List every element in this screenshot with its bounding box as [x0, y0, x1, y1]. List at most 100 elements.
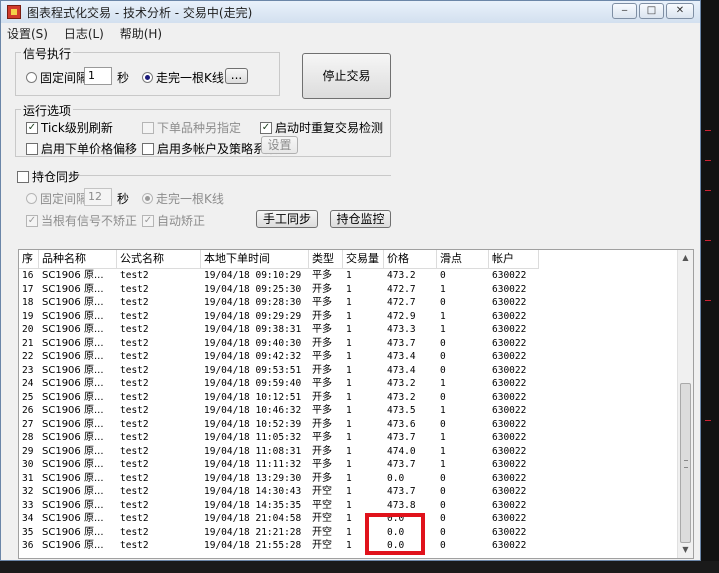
cell-volume: 1 [346, 391, 352, 403]
restart-duplicate-check-checkbox[interactable]: ✓ [260, 121, 272, 134]
cell-slippage: 0 [440, 418, 446, 430]
position-monitor-button[interactable]: 持仓监控 [330, 210, 391, 228]
signal-interval-input[interactable]: 1 [84, 67, 112, 85]
auto-correction-option[interactable]: ✓ 自动矫正 [142, 212, 205, 229]
cell-index: 33 [22, 499, 34, 511]
table-row[interactable]: 33 SC1906 原... test2 19/04/18 14:35:35 平空 1 47… [19, 499, 539, 513]
cell-index: 18 [22, 297, 34, 308]
restart-duplicate-check-option[interactable]: ✓ 启动时重复交易检测 [260, 119, 383, 136]
no-correction-on-signal-checkbox[interactable]: ✓ [26, 214, 38, 227]
cell-slippage: 1 [440, 310, 446, 322]
cell-volume: 1 [346, 337, 352, 349]
cell-price: 473.2 [387, 378, 416, 389]
signal-more-button[interactable]: ... [225, 68, 248, 84]
cell-account: 630022 [492, 486, 527, 497]
column-header-price[interactable]: 价格 [384, 250, 437, 269]
sync-interval-input[interactable]: 12 [84, 188, 112, 206]
sync-fixed-interval-radio[interactable] [26, 193, 37, 204]
no-correction-on-signal-option[interactable]: ✓ 当根有信号不矫正 [26, 212, 137, 229]
scroll-thumb[interactable] [680, 383, 691, 543]
position-sync-checkbox[interactable] [17, 170, 29, 183]
table-row[interactable]: 21 SC1906 原... test2 19/04/18 09:40:30 开多 1 47… [19, 337, 539, 351]
menu-settings[interactable]: 设置(S) [1, 23, 54, 42]
table-row[interactable]: 34 SC1906 原... test2 19/04/18 21:04:58 开空 1 0.… [19, 512, 539, 526]
multi-account-checkbox[interactable] [142, 142, 154, 155]
signal-after-bar-option[interactable]: 走完一根K线 [142, 69, 224, 86]
table-row[interactable]: 23 SC1906 原... test2 19/04/18 09:53:51 开多 1 47… [19, 364, 539, 378]
auto-correction-checkbox[interactable]: ✓ [142, 214, 154, 227]
stop-trading-button[interactable]: 停止交易 [302, 53, 391, 99]
table-row[interactable]: 29 SC1906 原... test2 19/04/18 11:08:31 开多 1 47… [19, 445, 539, 459]
table-row[interactable]: 35 SC1906 原... test2 19/04/18 21:21:28 开空 1 0.… [19, 526, 539, 540]
cell-volume: 1 [346, 283, 352, 295]
settings-button[interactable]: 设置 [261, 136, 298, 154]
main-window: 图表程式化交易 - 技术分析 - 交易中(走完) ‒ □ ✕ 设置(S) 日志(… [0, 0, 701, 561]
menu-log[interactable]: 日志(L) [58, 23, 110, 42]
cell-index: 17 [22, 283, 34, 295]
column-header-slippage[interactable]: 滑点 [437, 250, 489, 269]
manual-sync-button[interactable]: 手工同步 [256, 210, 318, 228]
trade-list-scrollbar[interactable]: ▲ ▼ [677, 250, 693, 558]
table-row[interactable]: 31 SC1906 原... test2 19/04/18 13:29:30 开多 1 0.… [19, 472, 539, 486]
cell-index: 31 [22, 472, 34, 484]
cell-type: 开多 [312, 364, 332, 376]
tick-refresh-option[interactable]: ✓ Tick级别刷新 [26, 119, 113, 136]
cell-formula: test2 [120, 513, 149, 524]
trade-list-rows: 16 SC1906 原... test2 19/04/18 09:10:29 平多 1 47… [19, 269, 539, 553]
table-row[interactable]: 17 SC1906 原... test2 19/04/18 09:25:30 开多 1 47… [19, 283, 539, 297]
column-header-order-time[interactable]: 本地下单时间 [201, 250, 309, 269]
cell-slippage: 1 [440, 459, 446, 470]
sync-after-bar-option[interactable]: 走完一根K线 [142, 190, 224, 207]
cell-price: 0.0 [387, 472, 405, 484]
column-header-account[interactable]: 帐户 [489, 250, 539, 269]
cell-type: 平多 [312, 351, 332, 362]
menu-help[interactable]: 帮助(H) [114, 23, 168, 42]
cell-type: 开多 [312, 283, 332, 295]
price-offset-option[interactable]: 启用下单价格偏移 [26, 140, 137, 157]
cell-price: 472.9 [387, 310, 416, 322]
table-row[interactable]: 18 SC1906 原... test2 19/04/18 09:28:30 平多 1 47… [19, 296, 539, 310]
table-row[interactable]: 24 SC1906 原... test2 19/04/18 09:59:40 平多 1 47… [19, 377, 539, 391]
scroll-up-icon[interactable]: ▲ [678, 250, 693, 266]
cell-volume: 1 [346, 378, 352, 389]
cell-formula: test2 [120, 459, 149, 470]
cell-index: 29 [22, 445, 34, 457]
cell-slippage: 1 [440, 324, 446, 335]
column-header-volume[interactable]: 交易量 [343, 250, 384, 269]
column-header-formula[interactable]: 公式名称 [117, 250, 201, 269]
minimize-icon[interactable]: ‒ [612, 3, 637, 19]
sync-fixed-interval-option[interactable]: 固定间隔 [26, 190, 88, 207]
signal-fixed-interval-radio[interactable] [26, 72, 37, 83]
close-icon[interactable]: ✕ [666, 3, 694, 19]
cell-type: 开空 [312, 486, 332, 497]
table-row[interactable]: 30 SC1906 原... test2 19/04/18 11:11:32 平多 1 47… [19, 458, 539, 472]
multi-account-option[interactable]: 启用多帐户及策略系数 [142, 140, 277, 157]
order-other-symbol-option[interactable]: 下单品种另指定 [142, 119, 241, 136]
title-bar[interactable]: 图表程式化交易 - 技术分析 - 交易中(走完) ‒ □ ✕ [1, 1, 700, 24]
table-row[interactable]: 32 SC1906 原... test2 19/04/18 14:30:43 开空 1 47… [19, 485, 539, 499]
signal-fixed-interval-option[interactable]: 固定间隔 [26, 69, 88, 86]
table-row[interactable]: 28 SC1906 原... test2 19/04/18 11:05:32 平多 1 47… [19, 431, 539, 445]
cell-account: 630022 [492, 297, 527, 308]
table-row[interactable]: 36 SC1906 原... test2 19/04/18 21:55:28 开空 1 0.… [19, 539, 539, 553]
tick-refresh-checkbox[interactable]: ✓ [26, 121, 38, 134]
table-row[interactable]: 26 SC1906 原... test2 19/04/18 10:46:32 平多 1 47… [19, 404, 539, 418]
column-header-index[interactable]: 序 [19, 250, 39, 269]
signal-after-bar-radio[interactable] [142, 72, 153, 83]
column-header-type[interactable]: 类型 [309, 250, 343, 269]
position-sync-option[interactable]: 持仓同步 [17, 168, 80, 185]
column-header-symbol[interactable]: 品种名称 [39, 250, 117, 269]
table-row[interactable]: 19 SC1906 原... test2 19/04/18 09:29:29 开多 1 47… [19, 310, 539, 324]
scroll-down-icon[interactable]: ▼ [678, 542, 693, 558]
sync-after-bar-radio[interactable] [142, 193, 153, 204]
table-row[interactable]: 16 SC1906 原... test2 19/04/18 09:10:29 平多 1 47… [19, 269, 539, 283]
table-row[interactable]: 27 SC1906 原... test2 19/04/18 10:52:39 开多 1 47… [19, 418, 539, 432]
table-row[interactable]: 22 SC1906 原... test2 19/04/18 09:42:32 平多 1 47… [19, 350, 539, 364]
maximize-icon[interactable]: □ [639, 3, 664, 19]
price-offset-checkbox[interactable] [26, 142, 38, 155]
order-other-symbol-checkbox[interactable] [142, 121, 154, 134]
table-row[interactable]: 20 SC1906 原... test2 19/04/18 09:38:31 平多 1 47… [19, 323, 539, 337]
trade-list[interactable]: 序品种名称 公式名称 本地下单时间 类型 交易量 价格 滑点 帐户 16 SC1906 原...… [18, 249, 694, 559]
cell-symbol: SC1906 原... [42, 283, 104, 295]
table-row[interactable]: 25 SC1906 原... test2 19/04/18 10:12:51 开多 1 47… [19, 391, 539, 405]
